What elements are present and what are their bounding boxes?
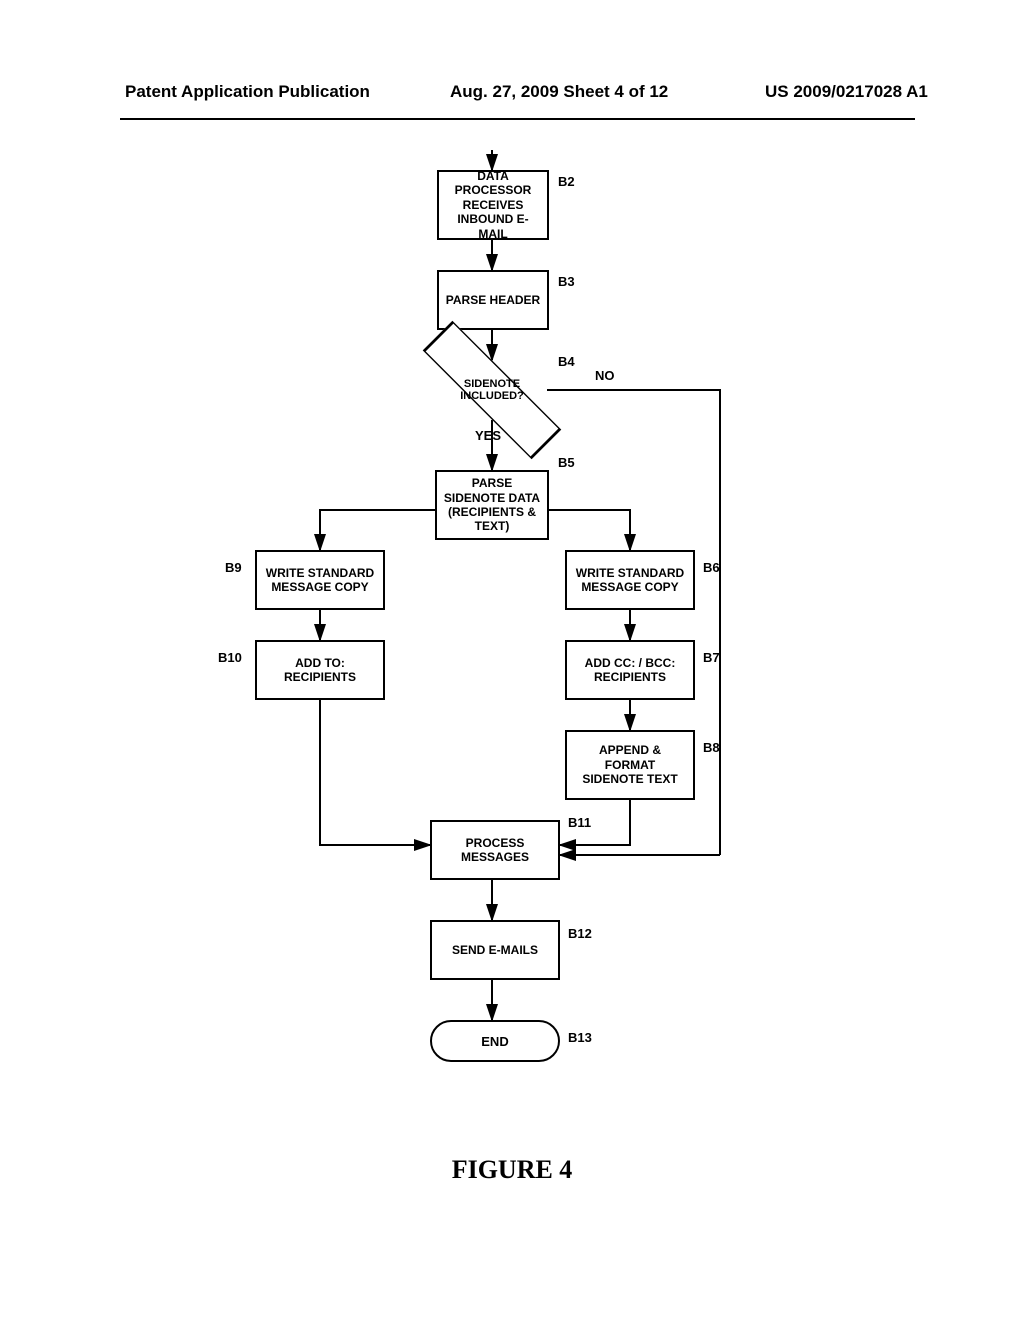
header-left: Patent Application Publication (125, 82, 370, 102)
terminator-b13-text: END (481, 1034, 508, 1049)
step-b11-text: PROCESS MESSAGES (438, 836, 552, 865)
step-b12: SEND E-MAILS (430, 920, 560, 980)
step-b7: ADD CC: / BCC: RECIPIENTS (565, 640, 695, 700)
label-b4-no: NO (595, 368, 615, 383)
step-b6-text: WRITE STANDARD MESSAGE COPY (573, 566, 687, 595)
label-b12: B12 (568, 926, 592, 941)
step-b9-text: WRITE STANDARD MESSAGE COPY (263, 566, 377, 595)
decision-b4: SIDENOTE INCLUDED? (437, 360, 547, 420)
decision-b4-text: SIDENOTE INCLUDED? (437, 360, 547, 420)
step-b7-text: ADD CC: / BCC: RECIPIENTS (573, 656, 687, 685)
label-b7: B7 (703, 650, 720, 665)
step-b11: PROCESS MESSAGES (430, 820, 560, 880)
step-b2-text: DATA PROCESSOR RECEIVES INBOUND E-MAIL (445, 169, 541, 241)
step-b3-text: PARSE HEADER (446, 293, 540, 307)
step-b5: PARSE SIDENOTE DATA (RECIPIENTS & TEXT) (435, 470, 549, 540)
step-b8: APPEND & FORMAT SIDENOTE TEXT (565, 730, 695, 800)
step-b3: PARSE HEADER (437, 270, 549, 330)
label-b8: B8 (703, 740, 720, 755)
label-b9: B9 (225, 560, 242, 575)
label-b11: B11 (568, 815, 591, 830)
label-b6: B6 (703, 560, 720, 575)
label-b2: B2 (558, 174, 575, 189)
step-b6: WRITE STANDARD MESSAGE COPY (565, 550, 695, 610)
label-b10: B10 (218, 650, 242, 665)
label-b3: B3 (558, 274, 575, 289)
step-b5-text: PARSE SIDENOTE DATA (RECIPIENTS & TEXT) (443, 476, 541, 534)
figure-caption: FIGURE 4 (0, 1155, 1024, 1185)
step-b2: DATA PROCESSOR RECEIVES INBOUND E-MAIL (437, 170, 549, 240)
step-b9: WRITE STANDARD MESSAGE COPY (255, 550, 385, 610)
header-rule (120, 118, 915, 120)
step-b12-text: SEND E-MAILS (452, 943, 538, 957)
header-center: Aug. 27, 2009 Sheet 4 of 12 (450, 82, 668, 102)
flowchart-figure: DATA PROCESSOR RECEIVES INBOUND E-MAIL B… (0, 150, 1024, 1150)
label-b4-yes: YES (475, 428, 501, 443)
header-right: US 2009/0217028 A1 (765, 82, 928, 102)
label-b13: B13 (568, 1030, 592, 1045)
terminator-b13: END (430, 1020, 560, 1062)
step-b8-text: APPEND & FORMAT SIDENOTE TEXT (573, 743, 687, 786)
step-b10: ADD TO: RECIPIENTS (255, 640, 385, 700)
step-b10-text: ADD TO: RECIPIENTS (263, 656, 377, 685)
label-b4: B4 (558, 354, 575, 369)
label-b5: B5 (558, 455, 575, 470)
